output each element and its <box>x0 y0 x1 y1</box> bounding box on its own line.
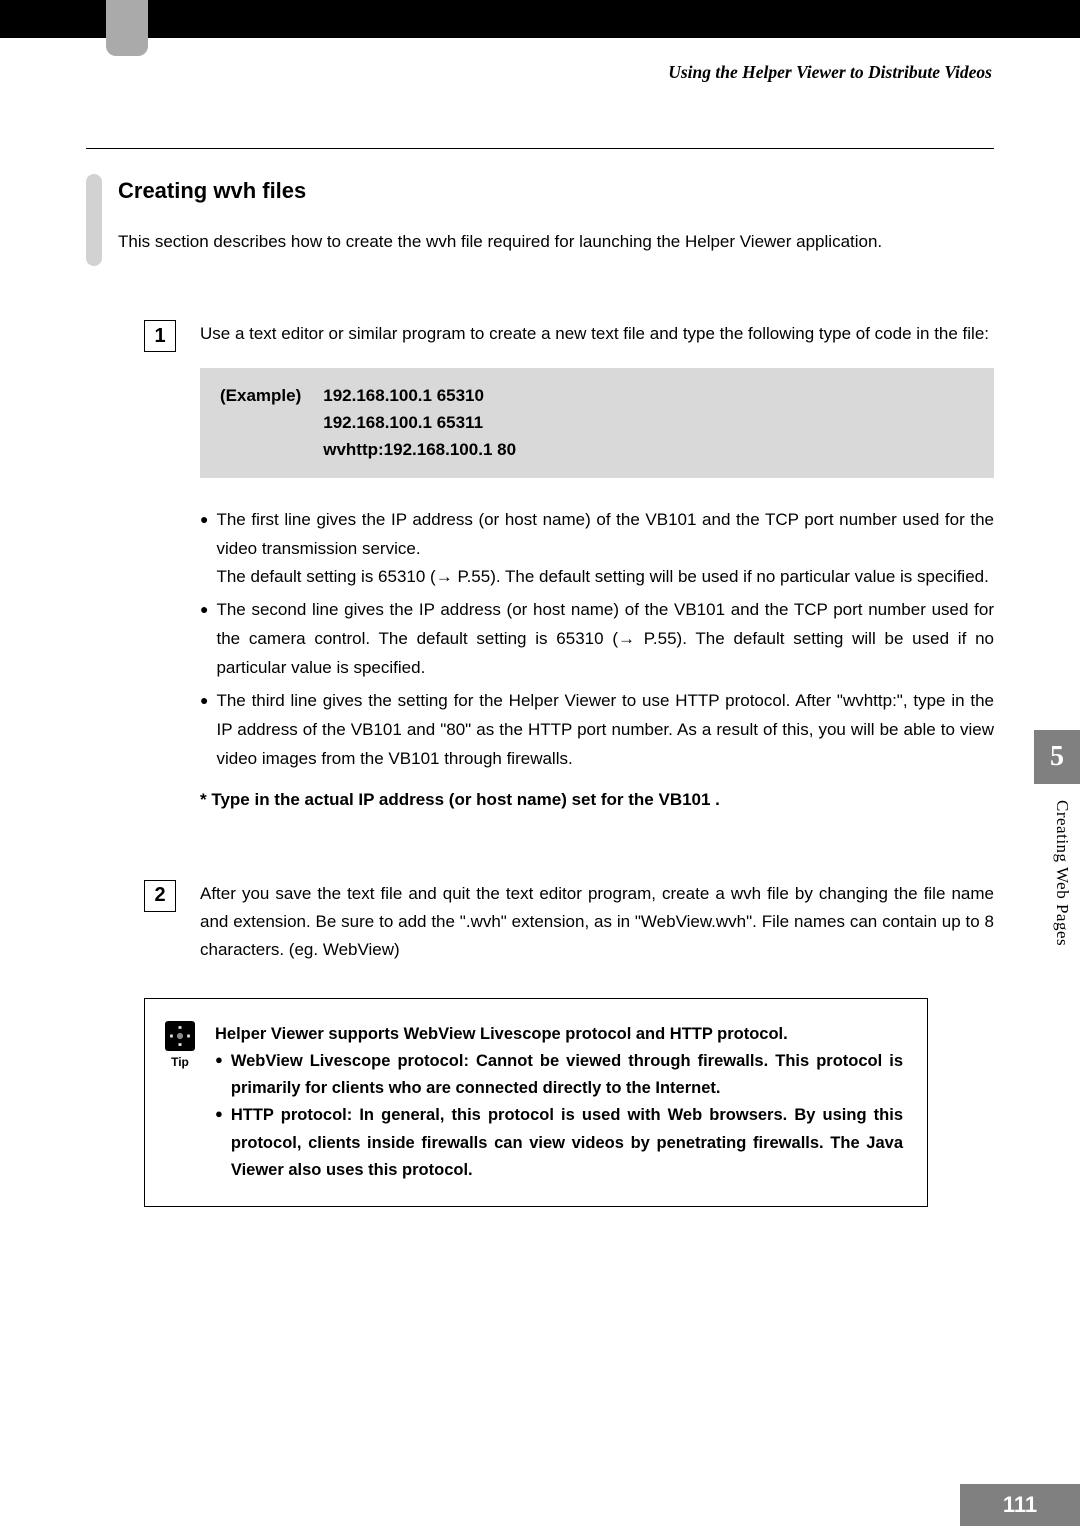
step-1-note: * Type in the actual IP address (or host… <box>200 786 994 814</box>
bullet-icon: ● <box>200 506 208 593</box>
step-1: 1 Use a text editor or similar program t… <box>144 320 994 814</box>
page-number: 111 <box>960 1484 1080 1526</box>
step-2-lead: After you save the text file and quit th… <box>200 880 994 964</box>
step-number: 2 <box>144 880 176 912</box>
bullet-text: The third line gives the setting for the… <box>216 687 994 774</box>
heading-decor <box>86 174 102 266</box>
example-box: (Example) 192.168.100.1 65310 192.168.10… <box>200 368 994 478</box>
example-label: (Example) <box>220 382 301 464</box>
chapter-tab: 5 <box>1034 730 1080 784</box>
step-1-lead: Use a text editor or similar program to … <box>200 320 994 348</box>
tip-bullet: ● HTTP protocol: In general, this protoc… <box>215 1102 903 1184</box>
bullet-icon: ● <box>200 687 208 774</box>
bullet-text: The first line gives the IP address (or … <box>216 506 994 593</box>
main-content: Creating wvh files This section describe… <box>86 148 994 1207</box>
section-heading: Creating wvh files <box>118 178 882 204</box>
tip-bullet: ● WebView Livescope protocol: Cannot be … <box>215 1048 903 1102</box>
tip-bullet-text: WebView Livescope protocol: Cannot be vi… <box>231 1048 903 1102</box>
step-2: 2 After you save the text file and quit … <box>144 880 994 964</box>
bullet-icon: ● <box>215 1048 223 1102</box>
bullet-icon: ● <box>200 596 208 683</box>
bullet-text: The second line gives the IP address (or… <box>216 596 994 683</box>
bullet-item: ● The first line gives the IP address (o… <box>200 506 994 593</box>
top-black-bar <box>0 0 1080 38</box>
top-gray-tab <box>106 0 148 56</box>
tip-icon <box>165 1021 195 1051</box>
step-number: 1 <box>144 320 176 352</box>
tip-box: Tip Helper Viewer supports WebView Lives… <box>144 998 928 1207</box>
tip-label: Tip <box>171 1055 189 1069</box>
bullet-item: ● The third line gives the setting for t… <box>200 687 994 774</box>
intro-text: This section describes how to create the… <box>118 232 882 252</box>
bullet-item: ● The second line gives the IP address (… <box>200 596 994 683</box>
bullet-icon: ● <box>215 1102 223 1184</box>
chapter-label: Creating Web Pages <box>1052 800 1072 946</box>
tip-bullet-text: HTTP protocol: In general, this protocol… <box>231 1102 903 1184</box>
example-code: 192.168.100.1 65310 192.168.100.1 65311 … <box>323 382 516 464</box>
breadcrumb: Using the Helper Viewer to Distribute Vi… <box>668 62 992 83</box>
tip-intro: Helper Viewer supports WebView Livescope… <box>215 1021 903 1048</box>
